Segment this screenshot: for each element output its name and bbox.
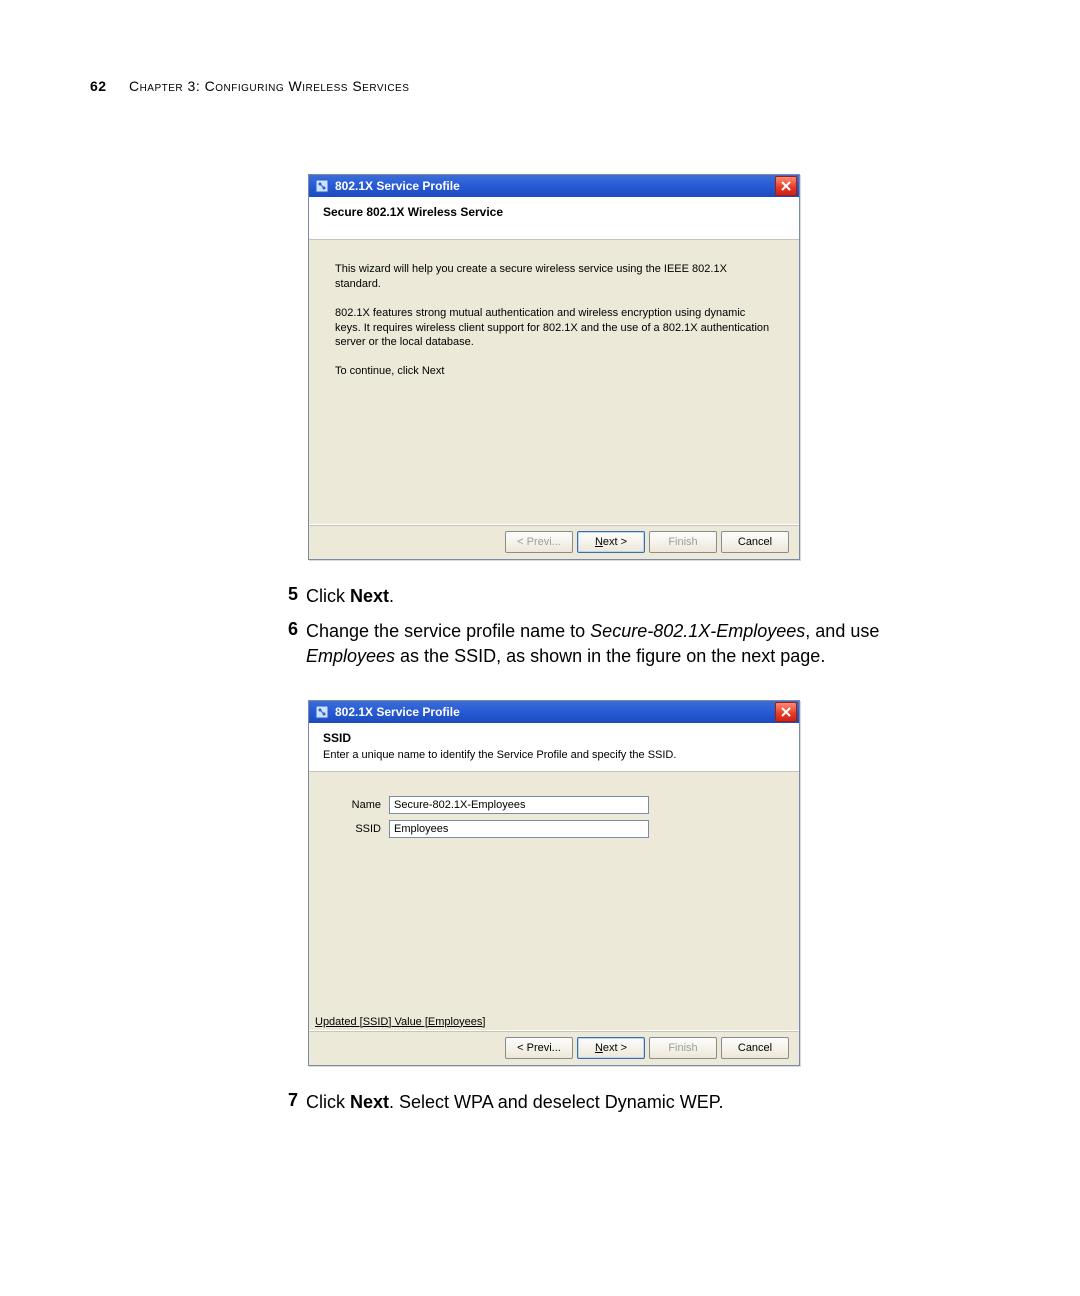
step-text-b: . Select WPA and deselect Dynamic WEP. bbox=[389, 1092, 723, 1112]
step-text: Click bbox=[306, 586, 350, 606]
wizard-header: Secure 802.1X Wireless Service bbox=[309, 197, 799, 240]
next-rest: ext > bbox=[603, 1042, 627, 1054]
window-title: 802.1X Service Profile bbox=[335, 705, 460, 719]
step-number: 6 bbox=[274, 619, 306, 640]
wizard-intro-p2: 802.1X features strong mutual authentica… bbox=[335, 306, 773, 351]
close-button[interactable] bbox=[775, 702, 797, 722]
step-7: 7 Click Next. Select WPA and deselect Dy… bbox=[274, 1090, 990, 1115]
next-mnemonic: N bbox=[595, 1042, 603, 1054]
status-bar: Updated [SSID] Value [Employees] bbox=[309, 1016, 799, 1030]
wizard-subheading: Enter a unique name to identify the Serv… bbox=[323, 749, 785, 761]
wizard-heading: Secure 802.1X Wireless Service bbox=[323, 205, 785, 219]
next-mnemonic: N bbox=[595, 536, 603, 548]
step-text-b: , and use bbox=[805, 621, 879, 641]
step-text-c: as the SSID, as shown in the figure on t… bbox=[395, 646, 825, 666]
step-bold: Next bbox=[350, 586, 389, 606]
step-number: 5 bbox=[274, 584, 306, 605]
running-header: 62 Chapter 3: Configuring Wireless Servi… bbox=[90, 78, 990, 94]
name-input[interactable] bbox=[389, 796, 649, 814]
close-button[interactable] bbox=[775, 176, 797, 196]
step-5: 5 Click Next. bbox=[274, 584, 990, 609]
wizard-intro-p1: This wizard will help you create a secur… bbox=[335, 262, 773, 292]
ssid-label: SSID bbox=[335, 823, 389, 835]
finish-button: Finish bbox=[649, 1037, 717, 1059]
step-italic-2: Employees bbox=[306, 646, 395, 666]
wizard-button-row: < Previ... Next > Finish Cancel bbox=[309, 1030, 799, 1065]
wizard-body: Name SSID bbox=[309, 772, 799, 1016]
previous-button: < Previ... bbox=[505, 531, 573, 553]
wizard-header: SSID Enter a unique name to identify the… bbox=[309, 723, 799, 772]
next-button[interactable]: Next > bbox=[577, 1037, 645, 1059]
step-text-a: Click bbox=[306, 1092, 350, 1112]
wizard-body: This wizard will help you create a secur… bbox=[309, 240, 799, 524]
finish-button: Finish bbox=[649, 531, 717, 553]
window-titlebar: 802.1X Service Profile bbox=[309, 175, 799, 197]
cancel-button[interactable]: Cancel bbox=[721, 531, 789, 553]
step-text-a: Change the service profile name to bbox=[306, 621, 590, 641]
wizard-intro-p3: To continue, click Next bbox=[335, 364, 773, 379]
wizard-button-row: < Previ... Next > Finish Cancel bbox=[309, 524, 799, 559]
window-titlebar: 802.1X Service Profile bbox=[309, 701, 799, 723]
window-title: 802.1X Service Profile bbox=[335, 179, 460, 193]
step-italic-1: Secure-802.1X-Employees bbox=[590, 621, 805, 641]
wizard-window-ssid: 802.1X Service Profile SSID Enter a uniq… bbox=[308, 700, 800, 1066]
step-bold: Next bbox=[350, 1092, 389, 1112]
step-number: 7 bbox=[274, 1090, 306, 1111]
wizard-heading: SSID bbox=[323, 731, 785, 745]
name-label: Name bbox=[335, 799, 389, 811]
cancel-button[interactable]: Cancel bbox=[721, 1037, 789, 1059]
ssid-input[interactable] bbox=[389, 820, 649, 838]
page-number: 62 bbox=[90, 78, 107, 94]
app-icon bbox=[315, 705, 329, 719]
wizard-window-intro: 802.1X Service Profile Secure 802.1X Wir… bbox=[308, 174, 800, 560]
previous-button[interactable]: < Previ... bbox=[505, 1037, 573, 1059]
step-6: 6 Change the service profile name to Sec… bbox=[274, 619, 990, 669]
next-button[interactable]: Next > bbox=[577, 531, 645, 553]
chapter-title: Chapter 3: Configuring Wireless Services bbox=[129, 78, 409, 94]
form-row-name: Name bbox=[335, 796, 773, 814]
step-suffix: . bbox=[389, 586, 394, 606]
form-row-ssid: SSID bbox=[335, 820, 773, 838]
app-icon bbox=[315, 179, 329, 193]
next-rest: ext > bbox=[603, 536, 627, 548]
